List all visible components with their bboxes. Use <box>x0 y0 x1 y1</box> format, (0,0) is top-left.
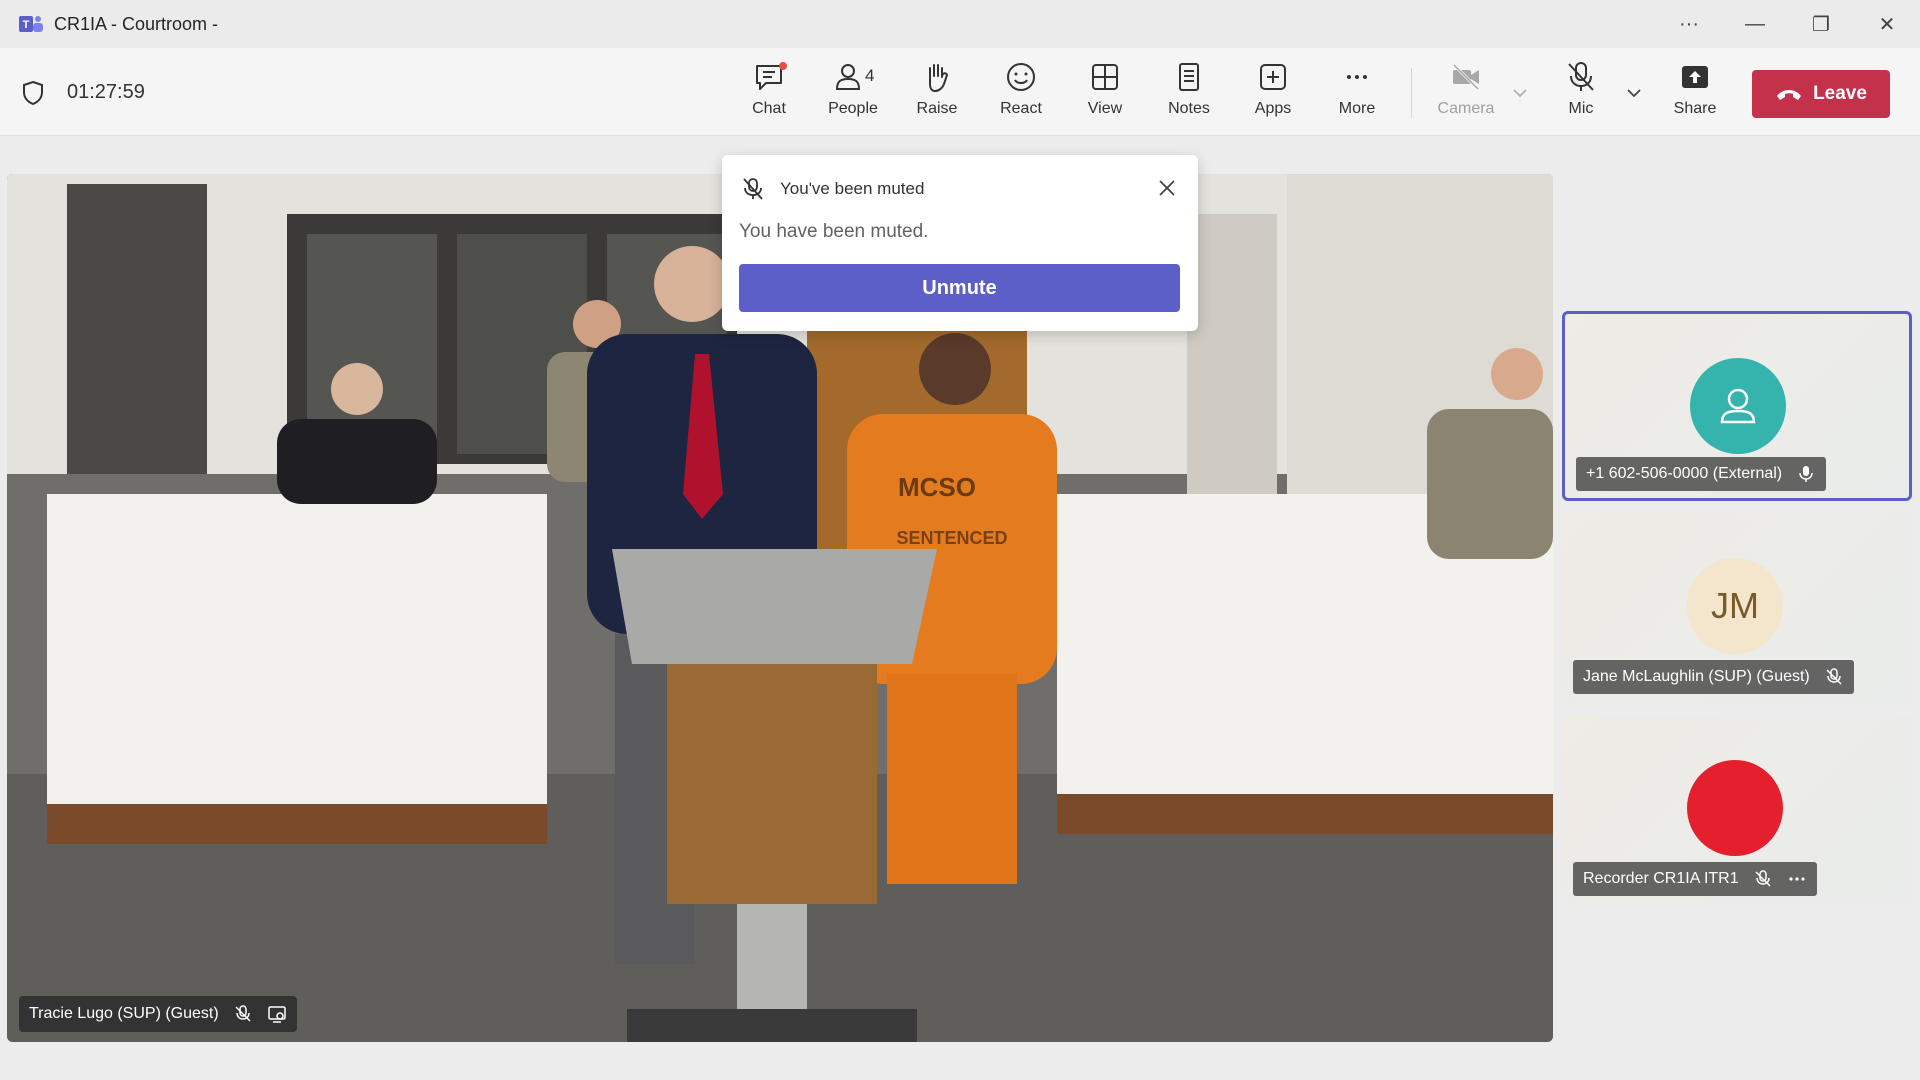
mic-options-chevron-icon[interactable] <box>1625 84 1643 102</box>
notes-label: Notes <box>1168 100 1210 117</box>
share-icon <box>1682 66 1708 88</box>
add-app-icon <box>1260 64 1286 90</box>
restore-button[interactable]: ❐ <box>1788 0 1854 48</box>
react-label: React <box>1000 100 1042 117</box>
share-button[interactable]: Share <box>1655 60 1735 124</box>
record-dot-icon <box>1687 760 1783 856</box>
shirt-text-sentenced: SENTENCED <box>896 528 1007 548</box>
toast-mic-off-icon <box>743 178 763 200</box>
participant-name-tag: +1 602-506-0000 (External) <box>1576 457 1827 491</box>
unmute-button[interactable]: Unmute <box>739 264 1180 312</box>
close-window-button[interactable]: ✕ <box>1854 0 1920 48</box>
camera-options-chevron-icon[interactable] <box>1511 84 1529 102</box>
participant-name-tag: Recorder CR1IA ITR1 <box>1573 862 1817 896</box>
svg-text:T: T <box>23 19 30 31</box>
speaker-name-tag: Tracie Lugo (SUP) (Guest) <box>19 996 297 1032</box>
participant-tile-jane[interactable]: JM Jane McLaughlin (SUP) (Guest) <box>1562 514 1912 704</box>
react-button[interactable]: React <box>981 60 1061 124</box>
camera-button[interactable]: Camera <box>1426 60 1506 124</box>
avatar <box>1690 358 1786 454</box>
smiley-icon <box>1007 63 1035 91</box>
participant-name-tag: Jane McLaughlin (SUP) (Guest) <box>1573 660 1854 694</box>
apps-button[interactable]: Apps <box>1233 60 1313 124</box>
participant-name: +1 602-506-0000 (External) <box>1586 465 1783 482</box>
mic-button[interactable]: Mic <box>1541 60 1621 124</box>
minimize-button[interactable]: — <box>1722 0 1788 48</box>
window-more-button[interactable]: ··· <box>1656 0 1722 48</box>
avatar-initials: JM <box>1687 558 1783 654</box>
notes-icon <box>1179 63 1199 91</box>
raise-label: Raise <box>916 100 958 117</box>
speaking-mic-icon <box>1799 466 1813 482</box>
hang-up-icon <box>1777 90 1802 100</box>
window-title: CR1IA - Courtroom - <box>54 13 219 34</box>
leave-label: Leave <box>1813 83 1867 104</box>
more-icon <box>1347 75 1367 79</box>
share-label: Share <box>1673 100 1717 117</box>
participant-more-icon[interactable] <box>1787 869 1807 889</box>
participant-tile-recorder[interactable]: Recorder CR1IA ITR1 <box>1562 716 1912 906</box>
shield-icon <box>23 80 43 106</box>
grid-view-icon <box>1092 64 1118 90</box>
camera-label: Camera <box>1437 100 1495 117</box>
participant-name: Recorder CR1IA ITR1 <box>1583 870 1739 887</box>
chat-unread-dot <box>779 62 787 70</box>
view-button[interactable]: View <box>1065 60 1145 124</box>
mic-off-icon <box>1755 870 1771 887</box>
speaker-mic-off-icon <box>235 1005 251 1022</box>
notes-button[interactable]: Notes <box>1149 60 1229 124</box>
more-label: More <box>1338 100 1376 117</box>
screen-share-icon <box>267 1006 286 1023</box>
person-icon <box>1720 388 1756 424</box>
people-count: 4 <box>865 66 875 85</box>
toolbar-separator <box>1411 68 1412 118</box>
camera-off-icon <box>1452 63 1480 91</box>
people-label: People <box>828 100 878 117</box>
participant-tile-external[interactable]: +1 602-506-0000 (External) <box>1562 311 1912 501</box>
raise-hand-button[interactable]: Raise <box>897 60 977 124</box>
mic-off-icon <box>1826 668 1842 685</box>
shirt-text-mcso: MCSO <box>898 472 976 502</box>
mic-off-icon <box>1568 62 1594 91</box>
teams-logo-icon: T <box>19 16 43 32</box>
participant-name: Jane McLaughlin (SUP) (Guest) <box>1583 668 1810 685</box>
toast-title: You've been muted <box>780 179 925 198</box>
more-button[interactable]: More <box>1317 60 1397 124</box>
leave-button[interactable]: Leave <box>1752 70 1890 118</box>
apps-label: Apps <box>1254 100 1292 117</box>
meeting-toolbar: 01:27:59 Chat 4 People Raise React View … <box>0 48 1920 136</box>
view-label: View <box>1087 100 1123 117</box>
title-bar: T CR1IA - Courtroom - ··· — ❐ ✕ <box>0 0 1920 48</box>
raise-hand-icon <box>929 64 949 93</box>
muted-notification: You've been muted You have been muted. U… <box>722 155 1198 331</box>
chat-label: Chat <box>752 100 786 117</box>
close-icon[interactable] <box>1154 175 1180 201</box>
mic-label: Mic <box>1568 100 1594 117</box>
meeting-timer: 01:27:59 <box>67 81 145 103</box>
people-icon <box>835 64 861 90</box>
chat-button[interactable]: Chat <box>729 60 809 124</box>
toast-message: You have been muted. <box>739 221 929 242</box>
people-button[interactable]: 4 People <box>813 60 893 124</box>
speaker-name: Tracie Lugo (SUP) (Guest) <box>29 1005 219 1022</box>
